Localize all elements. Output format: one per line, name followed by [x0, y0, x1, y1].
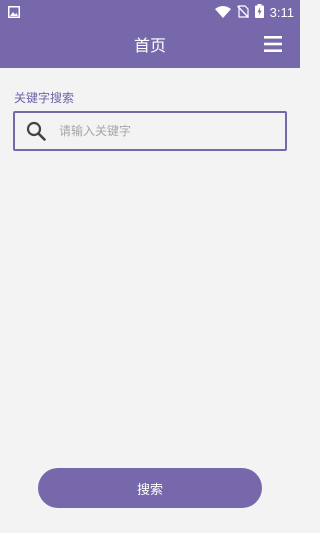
- status-bar: 3:11: [0, 0, 300, 24]
- status-right: 3:11: [214, 3, 294, 22]
- search-icon: [25, 120, 47, 142]
- battery-charging-icon: [254, 3, 264, 22]
- menu-button[interactable]: [260, 33, 286, 59]
- gallery-notification-icon: [8, 3, 20, 22]
- search-field[interactable]: [13, 111, 287, 151]
- search-section-label: 关键字搜索: [14, 91, 75, 105]
- menu-icon: [264, 36, 282, 56]
- status-time: 3:11: [269, 4, 294, 20]
- search-button[interactable]: 搜索: [38, 468, 262, 508]
- app-bar: 首页: [0, 24, 300, 68]
- no-sim-icon: [236, 3, 249, 22]
- wifi-icon: [214, 3, 231, 22]
- page-title: 首页: [133, 36, 166, 55]
- search-input[interactable]: [57, 123, 271, 139]
- status-left: [8, 3, 20, 22]
